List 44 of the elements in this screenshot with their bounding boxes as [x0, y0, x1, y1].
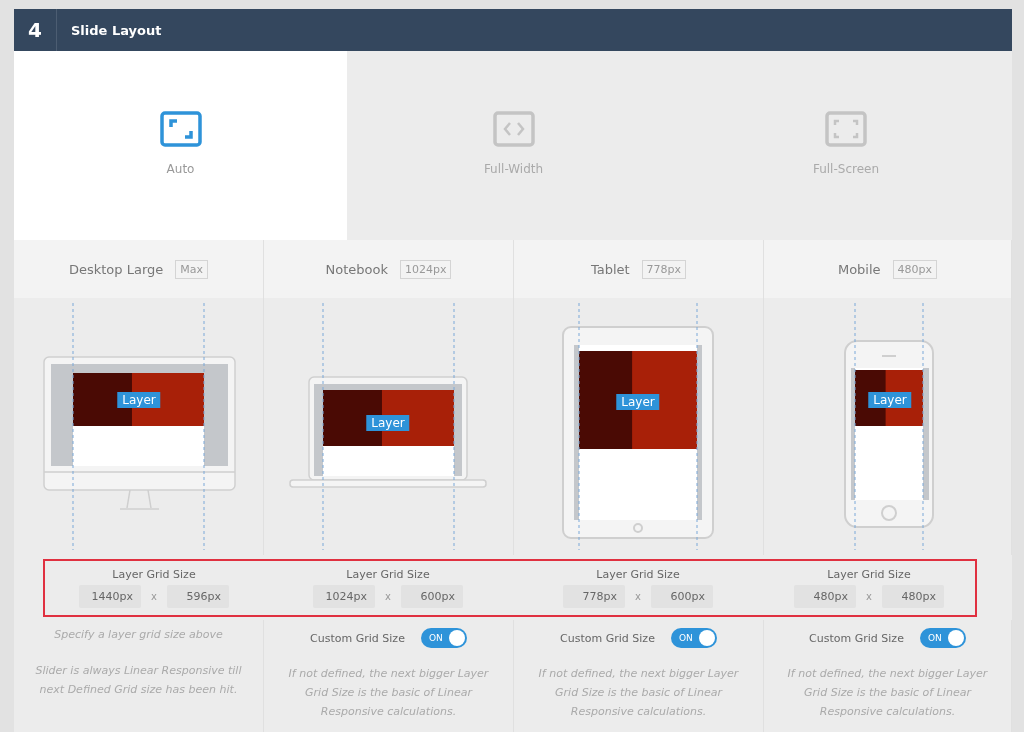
- device-name: Notebook: [325, 261, 388, 277]
- device-name: Mobile: [837, 261, 881, 277]
- height-field[interactable]: 600px: [650, 584, 713, 608]
- code-brackets-icon: [492, 111, 535, 147]
- expand-icon: [825, 111, 867, 147]
- layer-label: Layer: [366, 415, 410, 431]
- note-text: Slider is always Linear Responsive till next Defined Grid size has been hit.: [34, 663, 243, 698]
- note-text: If not defined, the next bigger Layer Grid Size is the basic of Linear Responsive calculations.: [537, 666, 740, 720]
- size-badge: Max: [175, 259, 209, 279]
- times-sign: x: [151, 590, 157, 602]
- times-sign: x: [635, 590, 641, 602]
- grid-size-label: Layer Grid Size: [596, 567, 680, 581]
- times-sign: x: [385, 590, 391, 602]
- layer-label: Layer: [868, 392, 912, 408]
- toggle-switch[interactable]: ON: [919, 628, 966, 648]
- note-text: If not defined, the next bigger Layer Grid Size is the basic of Linear Responsive calculations.: [287, 666, 490, 720]
- grid-size-label: Layer Grid Size: [346, 567, 430, 581]
- size-badge: 480px: [892, 259, 938, 279]
- layout-option[interactable]: Auto: [14, 51, 347, 240]
- custom-grid-label: Custom Grid Size: [310, 631, 405, 645]
- width-field[interactable]: 1440px: [79, 584, 142, 608]
- width-field[interactable]: 480px: [794, 584, 857, 608]
- layer-label: Layer: [616, 394, 660, 410]
- width-field[interactable]: 778px: [563, 584, 626, 608]
- custom-grid-label: Custom Grid Size: [560, 631, 655, 645]
- toggle-switch[interactable]: ON: [670, 628, 717, 648]
- section-title: Slide Layout: [70, 22, 162, 38]
- device-name: Desktop Large: [68, 261, 164, 277]
- times-sign: x: [866, 590, 872, 602]
- height-field[interactable]: 596px: [166, 584, 229, 608]
- width-field[interactable]: 1024px: [313, 584, 376, 608]
- toggle-switch[interactable]: ON: [420, 628, 467, 648]
- note-text: If not defined, the next bigger Layer Grid Size is the basic of Linear Responsive calculations.: [786, 666, 989, 720]
- size-badge: 1024px: [400, 259, 452, 279]
- custom-grid-label: Custom Grid Size: [809, 631, 904, 645]
- height-field[interactable]: 600px: [400, 584, 463, 608]
- hint-text: Specify a layer grid size above: [54, 628, 223, 641]
- height-field[interactable]: 480px: [881, 584, 944, 608]
- corners-icon: [159, 111, 202, 147]
- grid-size-label: Layer Grid Size: [112, 567, 196, 581]
- grid-size-label: Layer Grid Size: [827, 567, 911, 581]
- size-badge: 778px: [641, 259, 687, 279]
- layer-label: Layer: [117, 392, 161, 408]
- device-name: Tablet: [590, 261, 630, 277]
